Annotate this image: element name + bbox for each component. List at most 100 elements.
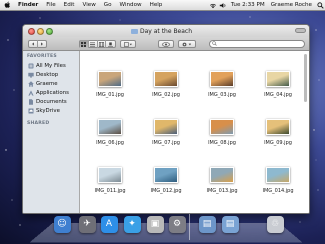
action-menu-button[interactable]: [178, 40, 196, 48]
sidebar-item-desktop[interactable]: Desktop: [28, 71, 58, 79]
vertical-scrollbar[interactable]: [304, 54, 307, 102]
all-files-icon: [28, 63, 34, 69]
file-grid: IMG_01.jpg IMG_02.jpg IMG_03.jpg IMG_04.jpg…: [80, 51, 309, 213]
menu-finder[interactable]: Finder: [14, 0, 42, 11]
file-item[interactable]: IMG_014.jpg: [259, 167, 297, 201]
icon-view-button[interactable]: [80, 40, 89, 48]
window-title-text: Day at the Beach: [140, 27, 193, 35]
wifi-icon[interactable]: [208, 0, 218, 11]
file-item[interactable]: IMG_02.jpg: [147, 71, 185, 105]
finder-sidebar: FAVORITES All My Files Desktop Graeme Ap…: [23, 51, 80, 213]
back-forward-buttons: [28, 40, 47, 48]
file-name: IMG_02.jpg: [152, 92, 180, 98]
file-name: IMG_06.jpg: [96, 140, 124, 146]
file-item[interactable]: IMG_08.jpg: [203, 119, 241, 153]
spotlight-icon[interactable]: [315, 0, 325, 11]
image-thumbnail: [98, 119, 122, 135]
applications-icon: [28, 90, 34, 96]
sidebar-item-skydrive[interactable]: SkyDrive: [28, 107, 60, 115]
image-thumbnail: [154, 167, 178, 183]
file-name: IMG_09.jpg: [264, 140, 292, 146]
documents-stack-dock-icon[interactable]: ▤: [220, 213, 240, 235]
file-item[interactable]: IMG_06.jpg: [91, 119, 129, 153]
file-item[interactable]: IMG_07.jpg: [147, 119, 185, 153]
sidebar-item-label: SkyDrive: [36, 108, 60, 114]
menu-view[interactable]: View: [79, 0, 100, 11]
search-icon: [212, 40, 217, 48]
finder-dock-icon[interactable]: ☺: [52, 213, 72, 235]
file-name: IMG_013.jpg: [206, 188, 238, 194]
file-item[interactable]: IMG_012.jpg: [147, 167, 185, 201]
app-store-dock-icon[interactable]: A: [99, 213, 119, 235]
sidebar-item-documents[interactable]: Documents: [28, 98, 67, 106]
desktop-icon: [28, 72, 34, 78]
finder-window: Day at the Beach FAVORITES All My Files …: [22, 24, 310, 214]
sidebar-item-label: All My Files: [36, 63, 66, 69]
image-thumbnail: [154, 71, 178, 87]
file-item[interactable]: IMG_013.jpg: [203, 167, 241, 201]
menu-user[interactable]: Graeme Roche: [268, 2, 315, 8]
list-view-button[interactable]: [89, 40, 98, 48]
window-title: Day at the Beach: [131, 25, 192, 37]
file-name: IMG_03.jpg: [208, 92, 236, 98]
system-preferences-dock-icon[interactable]: ⚙: [167, 213, 187, 235]
launchpad-dock-icon[interactable]: ✈: [77, 213, 97, 235]
sidebar-item-graeme[interactable]: Graeme: [28, 80, 58, 88]
home-icon: [28, 81, 34, 87]
favorites-heading: FAVORITES: [27, 54, 57, 59]
back-button[interactable]: [29, 40, 38, 48]
quick-look-button[interactable]: [158, 40, 174, 48]
menu-window[interactable]: Window: [116, 0, 146, 11]
preview-dock-icon[interactable]: ▣: [145, 213, 165, 235]
volume-icon[interactable]: [218, 0, 228, 11]
zoom-window-icon[interactable]: [46, 28, 53, 35]
file-item[interactable]: IMG_04.jpg: [259, 71, 297, 105]
image-thumbnail: [210, 119, 234, 135]
image-thumbnail: [98, 167, 122, 183]
file-name: IMG_011.jpg: [94, 188, 126, 194]
menu-help[interactable]: Help: [146, 0, 167, 11]
window-titlebar[interactable]: Day at the Beach: [23, 25, 309, 37]
folder-icon: [131, 28, 138, 34]
file-name: IMG_07.jpg: [152, 140, 180, 146]
sidebar-item-label: Documents: [36, 99, 67, 105]
menu-bar: Finder File Edit View Go Window Help Tue…: [0, 0, 325, 11]
cover-flow-view-button[interactable]: [106, 40, 115, 48]
applications-stack-dock-icon[interactable]: ▤: [197, 213, 217, 235]
search-field[interactable]: [209, 40, 305, 48]
sidebar-item-applications[interactable]: Applications: [28, 89, 69, 97]
minimize-window-icon[interactable]: [37, 28, 44, 35]
sidebar-item-label: Applications: [36, 90, 69, 96]
file-item[interactable]: IMG_011.jpg: [91, 167, 129, 201]
view-mode-switcher: [79, 40, 116, 48]
trash-dock-icon[interactable]: ♲: [265, 213, 285, 235]
sidebar-item-label: Desktop: [36, 72, 59, 78]
file-item[interactable]: IMG_03.jpg: [203, 71, 241, 105]
file-item[interactable]: IMG_09.jpg: [259, 119, 297, 153]
column-view-button[interactable]: [98, 40, 107, 48]
documents-icon: [28, 99, 34, 105]
menu-file[interactable]: File: [42, 0, 59, 11]
sidebar-item-label: Graeme: [36, 81, 58, 87]
close-window-icon[interactable]: [28, 28, 35, 35]
menu-go[interactable]: Go: [100, 0, 116, 11]
image-thumbnail: [210, 167, 234, 183]
sidebar-item-all-my-files[interactable]: All My Files: [28, 62, 66, 70]
menu-clock[interactable]: Tue 2:33 PM: [228, 2, 268, 8]
file-name: IMG_01.jpg: [96, 92, 124, 98]
safari-dock-icon[interactable]: ✦: [122, 213, 142, 235]
image-thumbnail: [210, 71, 234, 87]
file-name: IMG_014.jpg: [262, 188, 294, 194]
file-item[interactable]: IMG_01.jpg: [91, 71, 129, 105]
apple-menu-icon[interactable]: [0, 0, 14, 11]
image-thumbnail: [266, 71, 290, 87]
image-thumbnail: [266, 119, 290, 135]
image-thumbnail: [154, 119, 178, 135]
image-thumbnail: [266, 167, 290, 183]
shared-heading: SHARED: [27, 121, 50, 126]
menu-edit[interactable]: Edit: [60, 0, 79, 11]
toolbar-toggle-button[interactable]: [295, 28, 306, 33]
forward-button[interactable]: [38, 40, 46, 48]
arrange-button[interactable]: [120, 40, 136, 48]
dock-separator: [189, 214, 190, 240]
